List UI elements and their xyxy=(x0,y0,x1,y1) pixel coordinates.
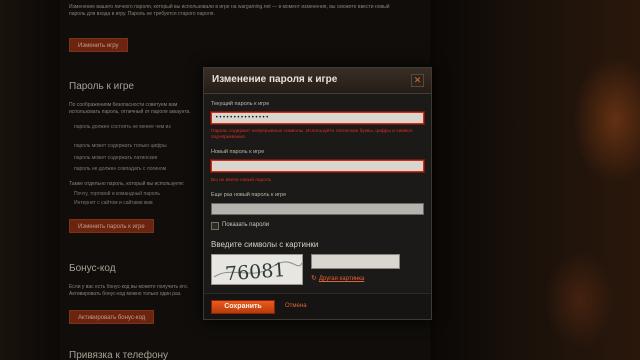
refresh-icon: ↻ xyxy=(311,275,317,282)
new-password-field[interactable] xyxy=(211,160,424,172)
dialog-header: Изменение пароля к игре ✕ xyxy=(204,68,431,94)
refresh-captcha-link[interactable]: ↻ Другая картинка xyxy=(311,274,364,282)
activate-bonus-button[interactable]: Активировать бонус-код xyxy=(69,310,155,324)
dialog-footer: Сохранить Отмена xyxy=(204,293,431,319)
bonus-section-text: Если у вас есть бонус-код вы можете полу… xyxy=(69,284,189,297)
change-password-button[interactable]: Изменить пароль к игре xyxy=(69,219,154,233)
captcha-input[interactable] xyxy=(311,254,400,269)
phone-section-heading: Привязка к телефону xyxy=(69,350,169,360)
close-icon[interactable]: ✕ xyxy=(411,74,424,87)
background-left-edge xyxy=(0,0,60,360)
background-intro-text: Изменение вашего личного пароля, который… xyxy=(69,4,390,17)
current-password-field[interactable]: ••••••••••••••• xyxy=(211,112,424,124)
repeat-password-label: Еще раз новый пароль к игре xyxy=(211,192,287,198)
password-rule-item: Интернет с сайтом и сайтами жив xyxy=(74,200,153,206)
new-password-error: Вы не ввели новый пароль xyxy=(211,178,272,183)
refresh-captcha-label: Другая картинка xyxy=(318,276,365,282)
show-passwords-label[interactable]: Показать пароли xyxy=(222,222,269,228)
password-rule-item: пароль должен состоять не менее чем из xyxy=(74,124,171,130)
password-section-text: По соображениям безопасности советуем ва… xyxy=(69,102,191,115)
password-rule-item: пароль не должен совпадать с логином xyxy=(74,166,167,172)
password-section-heading: Пароль к игре xyxy=(69,81,134,92)
change-game-button[interactable]: Изменить игру xyxy=(69,38,128,52)
password-rule-item: пароль может содержать только цифры xyxy=(74,143,167,149)
current-password-label: Текущий пароль к игре xyxy=(211,101,270,107)
cancel-link[interactable]: Отмена xyxy=(285,303,307,309)
change-password-dialog: Изменение пароля к игре ✕ Текущий пароль… xyxy=(203,67,432,320)
password-rule-item: Почту, торговой и командный пароль xyxy=(74,191,160,197)
dialog-title: Изменение пароля к игре xyxy=(212,74,338,85)
captcha-image: 76081 xyxy=(211,254,303,285)
current-password-error: Пароль содержит непрерывные символы. Исп… xyxy=(211,129,413,140)
password-rule-item: пароль может содержать латинские xyxy=(74,155,158,161)
password-section-text-2: Также отдельно пароль, который вы исполь… xyxy=(69,181,185,187)
background-artwork xyxy=(430,0,640,360)
captcha-text: 76081 xyxy=(224,259,286,285)
new-password-label: Новый пароль к игре xyxy=(211,149,265,155)
repeat-password-field[interactable] xyxy=(211,203,424,215)
show-passwords-checkbox[interactable] xyxy=(211,222,219,230)
save-button[interactable]: Сохранить xyxy=(211,300,275,314)
bonus-section-heading: Бонус-код xyxy=(69,263,116,274)
captcha-title: Введите символы с картинки xyxy=(211,240,319,249)
